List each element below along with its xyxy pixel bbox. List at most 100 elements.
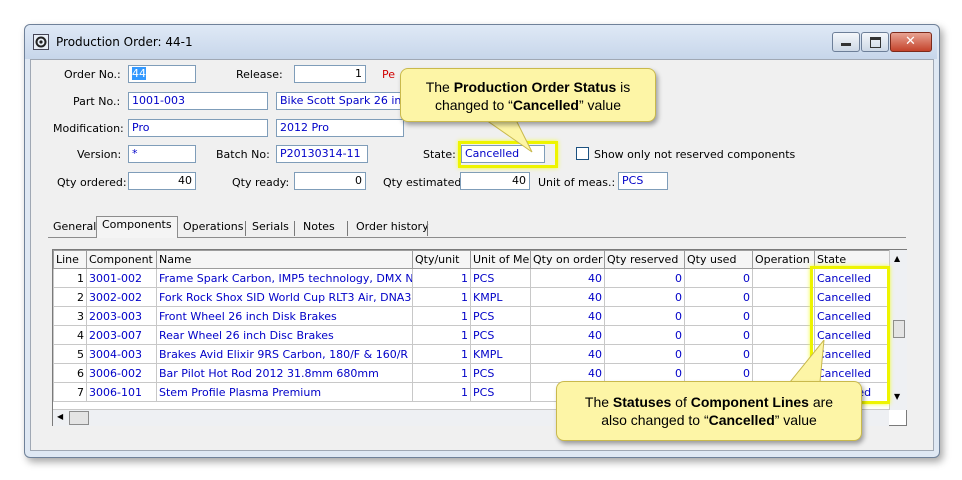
maximize-button[interactable] bbox=[861, 32, 889, 52]
modification-field[interactable]: Pro bbox=[128, 119, 268, 137]
table-row[interactable]: 6 3006-002 Bar Pilot Hot Rod 2012 31.8mm 6… bbox=[53, 363, 890, 383]
qty-estimated-field[interactable]: 40 bbox=[460, 172, 530, 190]
table-cell-qty-reserved[interactable]: 0 bbox=[604, 287, 685, 307]
table-cell-operation[interactable] bbox=[752, 306, 815, 326]
vertical-scroll-thumb[interactable] bbox=[893, 320, 905, 338]
tab-components[interactable]: Components bbox=[96, 216, 178, 238]
table-cell-qty-reserved[interactable]: 0 bbox=[604, 268, 685, 288]
scroll-left-icon[interactable]: ◀ bbox=[57, 412, 63, 421]
column-header-line[interactable]: Line bbox=[53, 250, 87, 269]
table-cell-qty-used[interactable]: 0 bbox=[684, 344, 753, 364]
close-button[interactable]: ✕ bbox=[890, 32, 932, 52]
version-field[interactable]: * bbox=[128, 145, 196, 163]
table-cell-qty-used[interactable]: 0 bbox=[684, 363, 753, 383]
table-cell-line[interactable]: 6 bbox=[53, 363, 87, 383]
table-row[interactable]: 3 2003-003 Front Wheel 26 inch Disk Brakes… bbox=[53, 306, 890, 326]
scroll-up-icon[interactable]: ▲ bbox=[894, 254, 900, 263]
table-cell-component[interactable]: 3006-002 bbox=[86, 363, 157, 383]
table-cell-line[interactable]: 1 bbox=[53, 268, 87, 288]
table-cell-qty-reserved[interactable]: 0 bbox=[604, 363, 685, 383]
tab-notes[interactable]: Notes bbox=[298, 219, 340, 237]
table-cell-qty-on-order[interactable]: 40 bbox=[530, 344, 605, 364]
column-header-unit-of-measure[interactable]: Unit of Me bbox=[470, 250, 531, 269]
table-cell-qty-on-order[interactable]: 40 bbox=[530, 325, 605, 345]
show-only-not-reserved-checkbox[interactable] bbox=[576, 147, 589, 160]
table-cell-unit-of-me[interactable]: PCS bbox=[470, 306, 531, 326]
part-no-field[interactable]: 1001-003 bbox=[128, 92, 268, 110]
table-row[interactable]: 5 3004-003 Brakes Avid Elixir 9RS Carbon, … bbox=[53, 344, 890, 364]
table-cell-unit-of-me[interactable]: KMPL bbox=[470, 344, 531, 364]
table-cell-line[interactable]: 4 bbox=[53, 325, 87, 345]
horizontal-scroll-thumb[interactable] bbox=[69, 411, 89, 425]
table-cell-name[interactable]: Front Wheel 26 inch Disk Brakes bbox=[156, 306, 413, 326]
table-cell-line[interactable]: 3 bbox=[53, 306, 87, 326]
table-cell-unit-of-me[interactable]: PCS bbox=[470, 268, 531, 288]
table-cell-qty-reserved[interactable]: 0 bbox=[604, 325, 685, 345]
table-cell-component[interactable]: 3004-003 bbox=[86, 344, 157, 364]
column-header-component[interactable]: Component bbox=[86, 250, 157, 269]
table-cell-qty-used[interactable]: 0 bbox=[684, 268, 753, 288]
table-cell-line[interactable]: 5 bbox=[53, 344, 87, 364]
table-cell-name[interactable]: Frame Spark Carbon, IMP5 technology, DMX… bbox=[156, 268, 413, 288]
tab-serials[interactable]: Serials bbox=[247, 219, 294, 237]
table-cell-qty-used[interactable]: 0 bbox=[684, 306, 753, 326]
table-cell-name[interactable]: Rear Wheel 26 inch Disc Brakes bbox=[156, 325, 413, 345]
column-header-name[interactable]: Name bbox=[156, 250, 413, 269]
table-row[interactable]: 1 3001-002 Frame Spark Carbon, IMP5 techno… bbox=[53, 268, 890, 288]
table-cell-qty-reserved[interactable]: 0 bbox=[604, 306, 685, 326]
table-cell-line[interactable]: 7 bbox=[53, 382, 87, 402]
table-cell-qty-on-order[interactable]: 40 bbox=[530, 306, 605, 326]
table-cell-component[interactable]: 3001-002 bbox=[86, 268, 157, 288]
table-cell-qty-unit[interactable]: 1 bbox=[412, 268, 471, 288]
table-cell-qty-on-order[interactable]: 40 bbox=[530, 268, 605, 288]
column-header-qty-on-order[interactable]: Qty on order bbox=[530, 250, 605, 269]
table-cell-component[interactable]: 3006-101 bbox=[86, 382, 157, 402]
table-cell-unit-of-me[interactable]: PCS bbox=[470, 325, 531, 345]
minimize-button[interactable] bbox=[832, 32, 860, 52]
table-cell-name[interactable]: Stem Profile Plasma Premium bbox=[156, 382, 413, 402]
table-cell-unit-of-me[interactable]: PCS bbox=[470, 382, 531, 402]
part-description-field[interactable]: Bike Scott Spark 26 in bbox=[276, 92, 404, 110]
modification-description-field[interactable]: 2012 Pro bbox=[276, 119, 404, 137]
table-cell-qty-reserved[interactable]: 0 bbox=[604, 344, 685, 364]
table-cell-component[interactable]: 2003-007 bbox=[86, 325, 157, 345]
column-header-qty-unit[interactable]: Qty/unit bbox=[412, 250, 471, 269]
table-cell-name[interactable]: Brakes Avid Elixir 9RS Carbon, 180/F & 1… bbox=[156, 344, 413, 364]
table-cell-qty-used[interactable]: 0 bbox=[684, 325, 753, 345]
table-cell-operation[interactable] bbox=[752, 268, 815, 288]
tab-general[interactable]: General bbox=[48, 219, 101, 237]
column-header-qty-reserved[interactable]: Qty reserved bbox=[604, 250, 685, 269]
table-cell-qty-unit[interactable]: 1 bbox=[412, 344, 471, 364]
scroll-down-icon[interactable]: ▼ bbox=[894, 392, 900, 401]
table-row[interactable]: 2 3002-002 Fork Rock Shox SID World Cup RL… bbox=[53, 287, 890, 307]
table-row[interactable]: 4 2003-007 Rear Wheel 26 inch Disc Brakes 1… bbox=[53, 325, 890, 345]
table-cell-name[interactable]: Fork Rock Shox SID World Cup RLT3 Air, D… bbox=[156, 287, 413, 307]
tab-order-history[interactable]: Order history bbox=[351, 219, 434, 237]
qty-ordered-field[interactable]: 40 bbox=[128, 172, 196, 190]
batch-no-field[interactable]: P20130314-11 bbox=[276, 145, 368, 163]
table-cell-qty-unit[interactable]: 1 bbox=[412, 325, 471, 345]
tab-operations[interactable]: Operations bbox=[178, 219, 248, 237]
unit-of-measure-field[interactable]: PCS bbox=[618, 172, 668, 190]
table-cell-unit-of-me[interactable]: KMPL bbox=[470, 287, 531, 307]
table-cell-qty-unit[interactable]: 1 bbox=[412, 382, 471, 402]
table-cell-qty-unit[interactable]: 1 bbox=[412, 306, 471, 326]
table-cell-qty-on-order[interactable]: 40 bbox=[530, 363, 605, 383]
table-cell-qty-on-order[interactable]: 40 bbox=[530, 287, 605, 307]
table-cell-qty-used[interactable]: 0 bbox=[684, 287, 753, 307]
table-cell-component[interactable]: 3002-002 bbox=[86, 287, 157, 307]
table-cell-qty-unit[interactable]: 1 bbox=[412, 287, 471, 307]
table-cell-component[interactable]: 2003-003 bbox=[86, 306, 157, 326]
table-cell-line[interactable]: 2 bbox=[53, 287, 87, 307]
qty-ready-field[interactable]: 0 bbox=[294, 172, 366, 190]
column-header-qty-used[interactable]: Qty used bbox=[684, 250, 753, 269]
table-cell-operation[interactable] bbox=[752, 287, 815, 307]
release-field[interactable]: 1 bbox=[294, 65, 366, 83]
table-cell-qty-unit[interactable]: 1 bbox=[412, 363, 471, 383]
table-cell-unit-of-me[interactable]: PCS bbox=[470, 363, 531, 383]
column-header-operation[interactable]: Operation bbox=[752, 250, 815, 269]
order-no-field[interactable]: 44 bbox=[128, 65, 196, 83]
table-cell-name[interactable]: Bar Pilot Hot Rod 2012 31.8mm 680mm bbox=[156, 363, 413, 383]
tab-separator bbox=[427, 221, 428, 236]
vertical-scrollbar[interactable]: ▲ ▼ bbox=[889, 250, 907, 410]
